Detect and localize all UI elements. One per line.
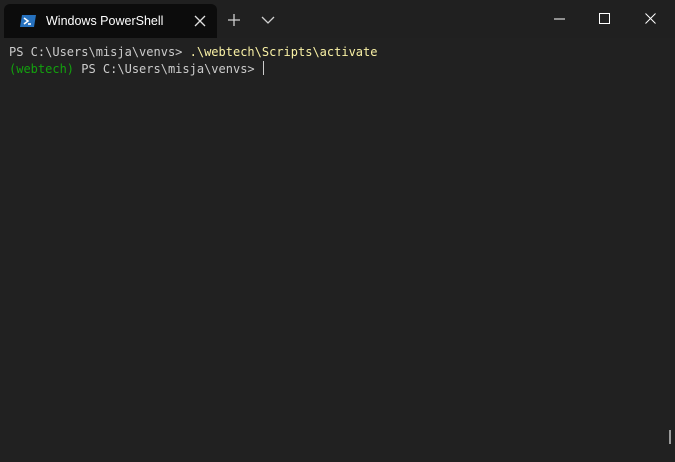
tab-windows-powershell[interactable]: Windows PowerShell — [4, 4, 217, 38]
chevron-down-icon[interactable] — [258, 10, 278, 30]
terminal-output[interactable]: PS C:\Users\misja\venvs> .\webtech\Scrip… — [0, 38, 675, 462]
new-tab-icon[interactable] — [224, 10, 244, 30]
terminal-line: (webtech) PS C:\Users\misja\venvs> — [9, 61, 264, 78]
terminal-line: PS C:\Users\misja\venvs> .\webtech\Scrip… — [9, 44, 377, 61]
minimize-button[interactable] — [537, 0, 583, 38]
maximize-icon — [599, 13, 610, 24]
venv-indicator: (webtech) — [9, 62, 75, 76]
prompt: PS C:\Users\misja\venvs> — [9, 45, 190, 59]
scrollbar-thumb[interactable] — [669, 430, 671, 444]
text-cursor — [262, 61, 264, 75]
command: .\webtech\Scripts\activate — [189, 45, 378, 59]
close-icon — [645, 13, 656, 24]
powershell-icon — [20, 13, 36, 29]
tab-title: Windows PowerShell — [46, 14, 164, 28]
terminal-window: Windows PowerShell PS C:\Users\misja\ven… — [0, 0, 675, 462]
minimize-icon — [554, 18, 565, 20]
maximize-button[interactable] — [582, 0, 628, 38]
close-tab-icon[interactable] — [192, 13, 208, 29]
close-window-button[interactable] — [628, 0, 674, 38]
prompt: PS C:\Users\misja\venvs> — [74, 62, 262, 76]
title-bar[interactable]: Windows PowerShell — [0, 0, 675, 38]
